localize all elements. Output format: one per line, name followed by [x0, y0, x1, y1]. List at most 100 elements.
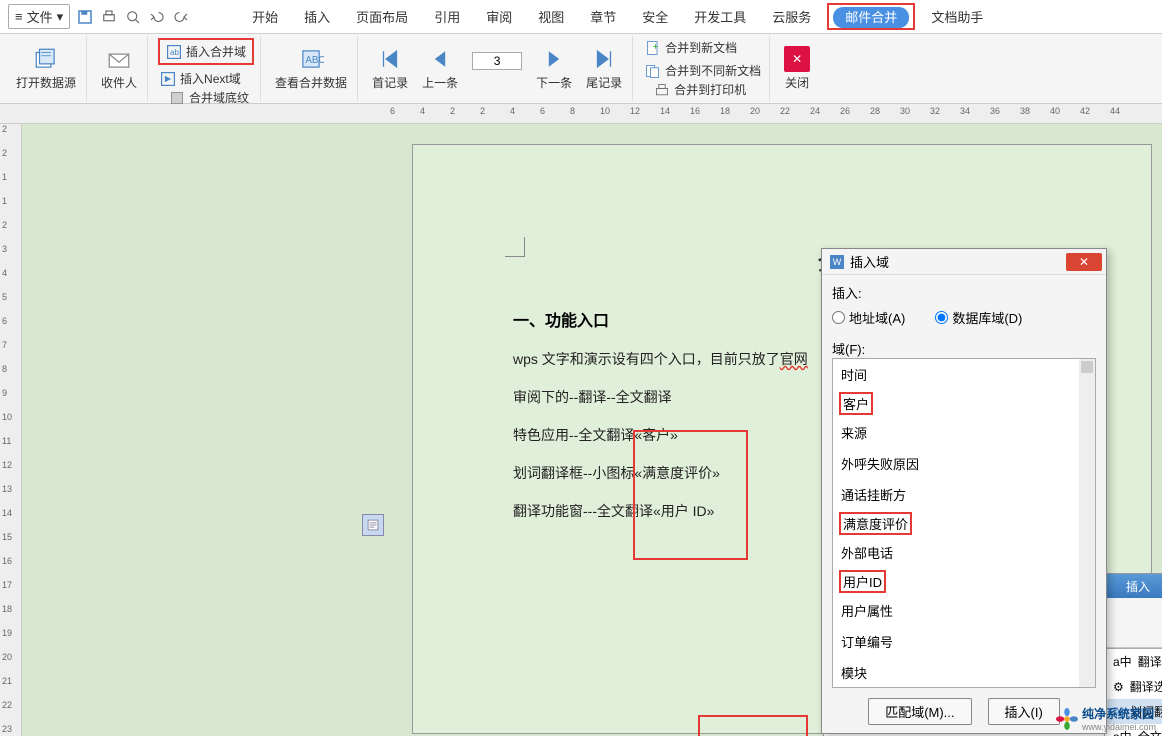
field-item[interactable]: 满意度评价: [839, 512, 912, 535]
dialog-close-button[interactable]: ✕: [1066, 253, 1102, 271]
insert-next-field-label: 插入Next域: [180, 70, 241, 87]
field-item[interactable]: 用户属性: [833, 595, 1095, 626]
ribbon-group-nav: 首记录 上一条 下一条 尾记录: [362, 36, 633, 101]
field-item[interactable]: 客户: [839, 392, 873, 415]
flower-logo-icon: [1056, 708, 1078, 730]
ribbon-group-data: 打开数据源: [6, 36, 87, 101]
watermark-name: 纯净系统家园: [1082, 707, 1154, 721]
vertical-ruler[interactable]: 2211234567891011121314151617181920212223: [0, 124, 22, 736]
ribbon-group-recipients: 收件人: [91, 36, 148, 101]
chevron-down-icon: ▾: [57, 9, 64, 25]
ribbon-group-merge: 合并到新文档 合并到不同新文档 合并到打印机 合并到电子邮件: [637, 36, 770, 101]
wps-badge-icon: W: [830, 255, 844, 269]
next-record-label: 下一条: [536, 74, 572, 91]
watermark-logo: 纯净系统家园 www.yidaimei.com: [1056, 705, 1156, 732]
field-item[interactable]: 模块: [833, 657, 1095, 688]
insert-merge-field-label: 插入合并域: [186, 43, 246, 60]
nested-tab-insert[interactable]: 插入: [1120, 576, 1156, 597]
highlight-box-fields: [633, 430, 748, 560]
hamburger-icon: ≡: [15, 9, 23, 24]
tab-view[interactable]: 视图: [528, 3, 574, 30]
ribbon-group-close: ✕ 关闭: [774, 36, 820, 101]
last-record-label: 尾记录: [586, 74, 622, 91]
insert-type-radios: 地址域(A) 数据库域(D): [832, 308, 1096, 327]
record-number-input[interactable]: [472, 52, 522, 70]
field-item[interactable]: 用户ID: [839, 570, 886, 593]
svg-text:ABC: ABC: [305, 55, 324, 66]
insert-field-dialog: W 插入域 ✕ 插入: 地址域(A) 数据库域(D) 域(F): 时间客户来源外…: [821, 248, 1107, 734]
preview-icon[interactable]: [124, 8, 142, 26]
merge-new-doc-label: 合并到新文档: [665, 39, 737, 56]
tab-mailmerge[interactable]: 邮件合并: [833, 7, 909, 28]
tab-start[interactable]: 开始: [242, 3, 288, 30]
last-record-button[interactable]: 尾记录: [582, 44, 626, 93]
insert-button[interactable]: 插入(I): [988, 698, 1060, 725]
tab-doc-assistant[interactable]: 文档助手: [921, 3, 993, 30]
radio-address-input[interactable]: [832, 311, 845, 324]
tab-sections[interactable]: 章节: [580, 3, 626, 30]
recipients-label: 收件人: [101, 74, 137, 91]
dd-translate[interactable]: a中翻译(T): [1105, 649, 1162, 674]
ribbon-group-fields: ab 插入合并域 插入Next域 合并域底纹 域映射: [152, 36, 261, 101]
view-merged-label: 查看合并数据: [275, 74, 347, 91]
tab-security[interactable]: 安全: [632, 3, 678, 30]
field-list-scrollbar[interactable]: [1079, 359, 1095, 687]
dialog-body: 插入: 地址域(A) 数据库域(D) 域(F): 时间客户来源外呼失败原因通话挂…: [822, 275, 1106, 733]
undo-icon[interactable]: [148, 8, 166, 26]
horizontal-ruler[interactable]: 6422468101214161820222426283032343638404…: [0, 104, 1162, 124]
field-item[interactable]: 时间: [833, 359, 1095, 390]
file-menu[interactable]: ≡ 文件 ▾: [8, 4, 70, 29]
field-item[interactable]: 外呼失败原因: [833, 448, 1095, 479]
prev-record-label: 上一条: [422, 74, 458, 91]
radio-database-input[interactable]: [935, 311, 948, 324]
tab-page-layout[interactable]: 页面布局: [346, 3, 418, 30]
field-item[interactable]: 通话挂断方: [833, 479, 1095, 510]
field-list-label: 域(F):: [832, 339, 1096, 358]
paragraph-options-icon[interactable]: [362, 514, 384, 536]
highlight-box-fulltranslate: [698, 715, 808, 736]
tab-insert[interactable]: 插入: [294, 3, 340, 30]
save-icon[interactable]: [76, 8, 94, 26]
prev-record-button[interactable]: 上一条: [418, 44, 462, 93]
merge-printer-button[interactable]: 合并到打印机: [652, 80, 760, 99]
scroll-thumb[interactable]: [1081, 361, 1093, 373]
insert-merge-field-button[interactable]: ab 插入合并域: [158, 38, 254, 65]
match-fields-button[interactable]: 匹配域(M)...: [868, 698, 971, 725]
recipients-button[interactable]: 收件人: [97, 44, 141, 93]
menu-bar: ≡ 文件 ▾ 开始 插入 页面布局 引用 审阅 视图 章节 安全 开发工具 云服…: [0, 0, 1162, 34]
translate-small-icon: a中: [1113, 653, 1132, 670]
merge-new-doc-button[interactable]: 合并到新文档: [643, 38, 763, 57]
print-icon[interactable]: [100, 8, 118, 26]
radio-database-field[interactable]: 数据库域(D): [935, 308, 1022, 327]
gear-icon: ⚙: [1113, 680, 1124, 694]
merge-printer-label: 合并到打印机: [674, 81, 746, 98]
record-number-group: [468, 50, 526, 88]
close-label: 关闭: [785, 74, 809, 91]
dialog-title-text: 插入域: [850, 252, 889, 271]
tab-reference[interactable]: 引用: [424, 3, 470, 30]
tab-devtools[interactable]: 开发工具: [684, 3, 756, 30]
radio-address-field[interactable]: 地址域(A): [832, 308, 905, 327]
svg-text:ab: ab: [170, 48, 179, 57]
field-item[interactable]: 外部电话: [833, 537, 1095, 568]
open-data-source-button[interactable]: 打开数据源: [12, 44, 80, 93]
ribbon-group-preview: ABC 查看合并数据: [265, 36, 358, 101]
next-record-button[interactable]: 下一条: [532, 44, 576, 93]
insert-next-field-button[interactable]: 插入Next域: [158, 69, 254, 88]
dialog-titlebar[interactable]: W 插入域 ✕: [822, 249, 1106, 275]
margin-corner-icon: [505, 237, 525, 257]
redo-icon[interactable]: [172, 8, 190, 26]
watermark-url: www.yidaimei.com: [1082, 722, 1156, 732]
tab-mailmerge-highlight: 邮件合并: [827, 3, 915, 30]
view-merged-button[interactable]: ABC 查看合并数据: [271, 44, 351, 93]
merge-diff-doc-button[interactable]: 合并到不同新文档: [643, 61, 763, 80]
field-item[interactable]: 来源: [833, 417, 1095, 448]
tab-cloud[interactable]: 云服务: [762, 3, 821, 30]
close-mailmerge-button[interactable]: ✕ 关闭: [780, 44, 814, 93]
dd-translate-options[interactable]: ⚙翻译选项(O): [1105, 674, 1162, 699]
field-item[interactable]: 订单编号: [833, 626, 1095, 657]
field-list[interactable]: 时间客户来源外呼失败原因通话挂断方满意度评价外部电话用户ID用户属性订单编号模块: [832, 358, 1096, 688]
first-record-button[interactable]: 首记录: [368, 44, 412, 93]
insert-type-label: 插入:: [832, 283, 1096, 302]
tab-review[interactable]: 审阅: [476, 3, 522, 30]
